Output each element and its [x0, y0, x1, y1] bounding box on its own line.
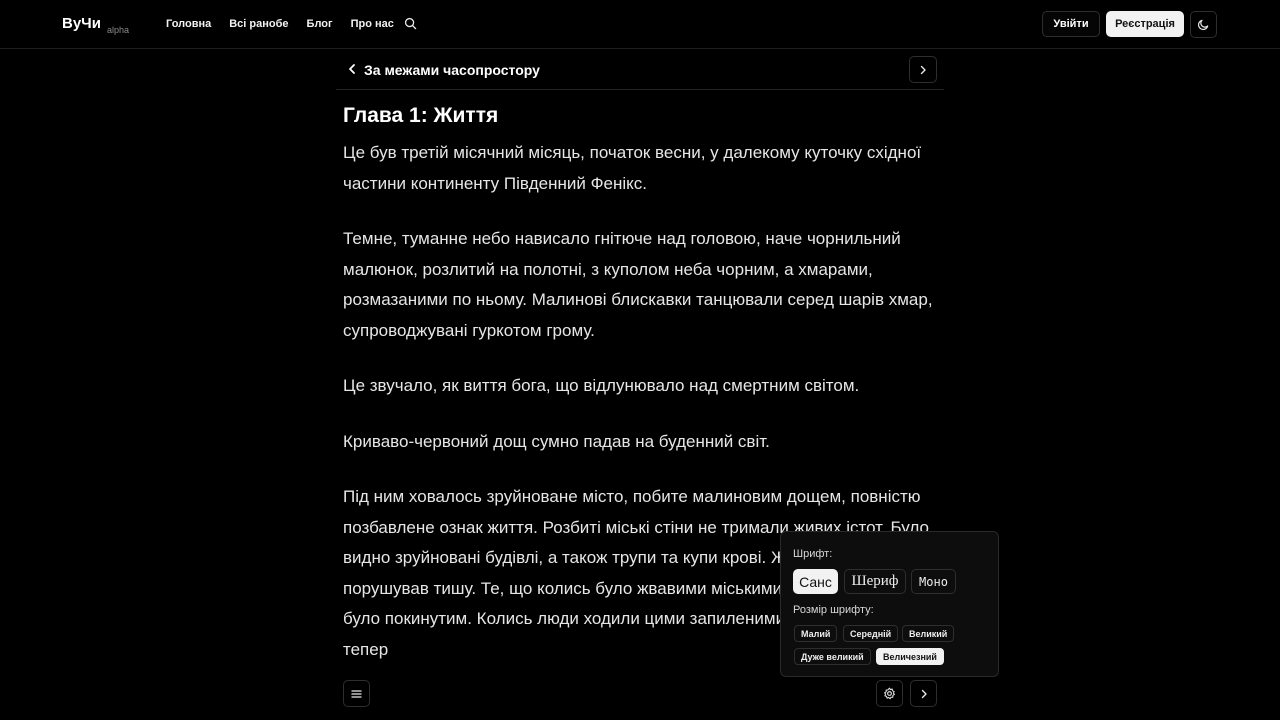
next-chapter-button-top[interactable]	[909, 56, 937, 83]
chevron-left-icon[interactable]	[346, 63, 358, 75]
main-nav: Головна Всі ранобе Блог Про нас	[166, 18, 394, 30]
size-option-large[interactable]: Великий	[902, 625, 955, 642]
size-option-small[interactable]: Малий	[794, 625, 838, 642]
chevron-right-icon	[921, 689, 927, 698]
novel-title-link[interactable]: За межами часопростору	[364, 62, 540, 78]
theme-toggle-button[interactable]	[1190, 11, 1217, 38]
reader-settings-popover: Шрифт: Санс Шериф Моно Розмір шрифту: Ма…	[780, 531, 999, 677]
menu-icon	[351, 689, 362, 698]
font-option-sans[interactable]: Санс	[793, 569, 838, 594]
reader-settings-button[interactable]	[876, 680, 903, 707]
login-button[interactable]: Увійти	[1042, 11, 1100, 37]
font-option-serif[interactable]: Шериф	[844, 569, 906, 594]
size-option-medium[interactable]: Середній	[843, 625, 899, 642]
chapters-menu-button[interactable]	[343, 680, 370, 707]
font-option-mono[interactable]: Моно	[911, 569, 956, 594]
font-label: Шрифт:	[793, 548, 833, 560]
gear-icon	[884, 687, 895, 700]
register-button[interactable]: Реєстрація	[1106, 11, 1184, 37]
next-chapter-button-bottom[interactable]	[910, 680, 937, 707]
chapter-title: Глава 1: Життя	[343, 104, 499, 127]
top-navbar: ВуЧи alpha Головна Всі ранобе Блог Про н…	[0, 0, 1280, 49]
nav-all-novels[interactable]: Всі ранобе	[229, 18, 288, 30]
nav-blog[interactable]: Блог	[307, 18, 333, 30]
site-logo[interactable]: ВуЧи	[62, 15, 101, 32]
moon-icon	[1198, 19, 1209, 30]
size-option-extra-large[interactable]: Дуже великий	[794, 648, 871, 665]
chapter-paragraph: Криваво-червоний дощ сумно падав на буде…	[343, 431, 770, 451]
chevron-right-icon	[920, 65, 926, 74]
logo-tag: alpha	[107, 25, 130, 35]
chapter-paragraph: Це звучало, як виття бога, що відлунювал…	[343, 376, 860, 395]
chapter-header: За межами часопростору	[336, 55, 944, 90]
search-icon[interactable]	[404, 17, 417, 30]
nav-home[interactable]: Головна	[166, 18, 211, 30]
font-size-label: Розмір шрифту:	[793, 604, 874, 616]
size-option-huge[interactable]: Величезний	[876, 648, 944, 665]
chapter-paragraph: Темне, туманне небо нависало гнітюче над…	[343, 229, 933, 340]
chapter-paragraph: Це був третій місячний місяць, початок в…	[343, 143, 922, 193]
nav-about[interactable]: Про нас	[351, 18, 394, 30]
